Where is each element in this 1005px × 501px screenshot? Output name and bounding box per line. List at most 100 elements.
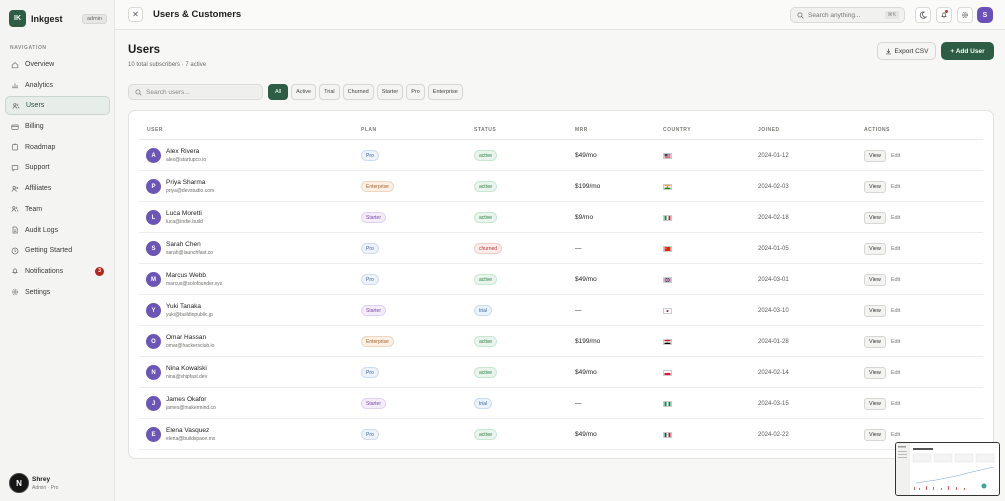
mrr-value: $49/mo: [575, 276, 597, 283]
edit-button[interactable]: Edit: [891, 246, 900, 252]
view-button[interactable]: View: [864, 180, 886, 193]
avatar: N: [146, 365, 161, 380]
sidebar-item-notifications[interactable]: Notifications 3: [5, 262, 110, 281]
sidebar-item-overview[interactable]: Overview: [5, 55, 110, 74]
filter-chip-pro[interactable]: Pro: [406, 84, 425, 100]
filter-chip-trial[interactable]: Trial: [319, 84, 340, 100]
sidebar: IK Inkgest admin NAVIGATION Overview Anal…: [0, 0, 115, 501]
sidebar-item-analytics[interactable]: Analytics: [5, 76, 110, 95]
sidebar-item-roadmap[interactable]: Roadmap: [5, 138, 110, 157]
view-button[interactable]: View: [864, 273, 886, 286]
column-header-user: USER: [147, 127, 163, 133]
view-button[interactable]: View: [864, 335, 886, 348]
sidebar-item-label: Team: [25, 205, 43, 213]
page-subtitle: 10 total subscribers · 7 active: [128, 62, 207, 68]
sidebar-item-users[interactable]: Users: [5, 96, 110, 116]
view-button[interactable]: View: [864, 242, 886, 255]
sidebar-item-label: Notifications: [25, 267, 64, 275]
view-button[interactable]: View: [864, 428, 886, 441]
close-button[interactable]: ✕: [128, 7, 143, 22]
user-search-placeholder: Search users...: [146, 88, 190, 96]
export-csv-button[interactable]: Export CSV: [877, 42, 936, 60]
sidebar-item-support[interactable]: Support: [5, 158, 110, 177]
filter-chip-starter[interactable]: Starter: [376, 84, 404, 100]
table-row[interactable]: E Elena Vasquez elena@buildspace.mx Pro …: [139, 419, 983, 450]
joined-date: 2024-01-12: [758, 152, 789, 159]
add-user-button[interactable]: + Add User: [941, 42, 994, 60]
settings-button[interactable]: [957, 7, 973, 23]
user-email: yuki@buildinpublic.jp: [166, 312, 213, 318]
search-icon: [797, 11, 804, 19]
sidebar-item-label: Roadmap: [25, 143, 56, 151]
status-badge: active: [474, 212, 498, 223]
edit-button[interactable]: Edit: [891, 308, 900, 314]
column-header-country: COUNTRY: [663, 127, 692, 133]
user-name: Luca Moretti: [166, 210, 202, 217]
brand[interactable]: IK Inkgest: [9, 10, 63, 27]
edit-button[interactable]: Edit: [891, 370, 900, 376]
preview-image: [896, 443, 995, 495]
edit-button[interactable]: Edit: [891, 184, 900, 190]
table-row[interactable]: Y Yuki Tanaka yuki@buildinpublic.jp Star…: [139, 295, 983, 326]
user-name: Omar Hassan: [166, 334, 207, 341]
sidebar-item-getting-started[interactable]: Getting Started: [5, 241, 110, 260]
table-row[interactable]: M Marcus Webb marcus@solofounder.xyz Pro…: [139, 264, 983, 295]
sidebar-item-billing[interactable]: Billing: [5, 117, 110, 136]
user-role: Admin · Pro: [32, 484, 59, 491]
filter-chip-active[interactable]: Active: [291, 84, 317, 100]
plan-badge: Starter: [361, 398, 387, 409]
sidebar-item-team[interactable]: Team: [5, 200, 110, 219]
sidebar-item-audit-logs[interactable]: Audit Logs: [5, 221, 110, 240]
theme-toggle-button[interactable]: [915, 7, 931, 23]
close-icon: ✕: [132, 10, 139, 19]
filter-chip-enterprise[interactable]: Enterprise: [427, 84, 463, 100]
table-row[interactable]: P Priya Sharma priya@devstudio.com Enter…: [139, 171, 983, 202]
table-row[interactable]: A Alex Rivera alex@startupco.io Pro acti…: [139, 140, 983, 171]
user-search-input[interactable]: Search users...: [128, 84, 263, 100]
table-row[interactable]: S Sarah Chen sarah@launchfast.co Pro chu…: [139, 233, 983, 264]
user-plus-icon: [11, 185, 19, 193]
global-search-input[interactable]: Search anything... ⌘K: [790, 7, 905, 23]
table-row[interactable]: L Luca Moretti luca@indie.build Starter …: [139, 202, 983, 233]
flag-us-icon: [663, 152, 672, 159]
user-name: Elena Vasquez: [166, 427, 210, 434]
user-email: luca@indie.build: [166, 219, 203, 225]
edit-button[interactable]: Edit: [891, 401, 900, 407]
edit-button[interactable]: Edit: [891, 339, 900, 345]
joined-date: 2024-03-01: [758, 276, 789, 283]
table-row[interactable]: N Nina Kowalski nina@shipfast.dev Pro ac…: [139, 357, 983, 388]
screen-preview-thumbnail[interactable]: [895, 442, 1000, 496]
plan-badge: Enterprise: [361, 336, 394, 347]
view-button[interactable]: View: [864, 366, 886, 379]
mrr-value: —: [575, 245, 582, 252]
user-profile[interactable]: N Shrey Admin · Pro: [9, 473, 58, 493]
status-badge: active: [474, 181, 498, 192]
sidebar-item-label: Users: [26, 102, 45, 110]
edit-button[interactable]: Edit: [891, 153, 900, 159]
joined-date: 2024-03-10: [758, 307, 789, 314]
joined-date: 2024-02-18: [758, 214, 789, 221]
view-button[interactable]: View: [864, 149, 886, 162]
plan-badge: Pro: [361, 150, 379, 161]
user-email: nina@shipfast.dev: [166, 374, 208, 380]
notifications-button[interactable]: [936, 7, 952, 23]
table-row[interactable]: O Omar Hassan omar@hackersclub.io Enterp…: [139, 326, 983, 357]
view-button[interactable]: View: [864, 304, 886, 317]
clock-icon: [11, 247, 19, 255]
view-button[interactable]: View: [864, 211, 886, 224]
avatar[interactable]: S: [977, 7, 993, 23]
sidebar-item-settings[interactable]: Settings: [5, 283, 110, 302]
status-badge: churned: [474, 243, 503, 254]
status-badge: active: [474, 150, 498, 161]
view-button[interactable]: View: [864, 397, 886, 410]
filter-chip-churned[interactable]: Churned: [342, 84, 374, 100]
avatar: M: [146, 272, 161, 287]
edit-button[interactable]: Edit: [891, 432, 900, 438]
sidebar-nav: Overview Analytics Users Billing Roadmap Supp…: [5, 55, 110, 303]
table-row[interactable]: J James Okafor james@makermind.co Starte…: [139, 388, 983, 419]
filter-chip-all[interactable]: All: [268, 84, 289, 100]
mrr-value: $9/mo: [575, 214, 594, 221]
edit-button[interactable]: Edit: [891, 215, 900, 221]
edit-button[interactable]: Edit: [891, 277, 900, 283]
sidebar-item-affiliates[interactable]: Affiliates: [5, 179, 110, 198]
